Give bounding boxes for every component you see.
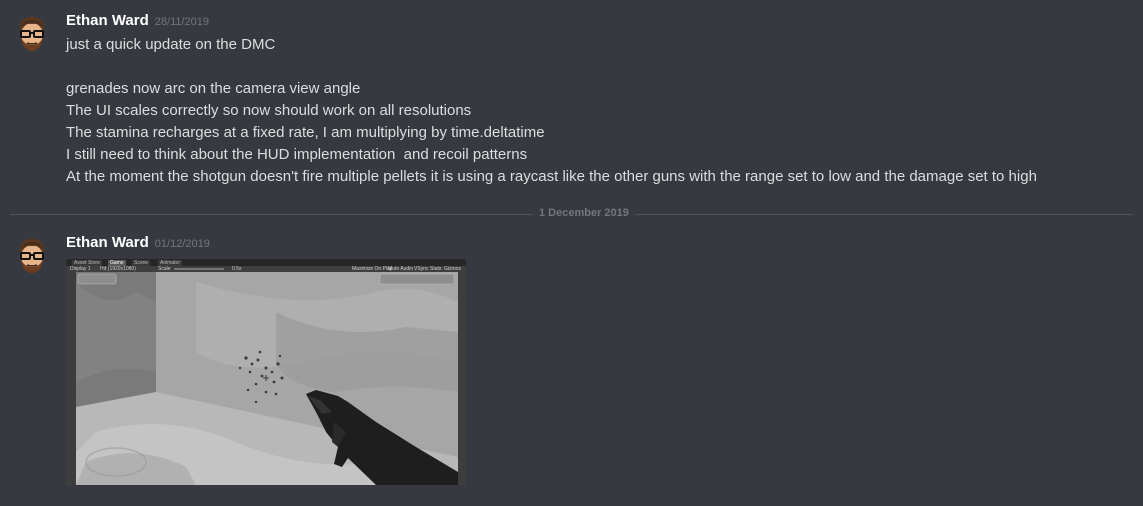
- message-content: just a quick update on the DMC grenades …: [66, 34, 1037, 188]
- message-line: just a quick update on the DMC: [66, 36, 276, 53]
- message-timestamp: 28/11/2019: [154, 16, 210, 28]
- date-divider-label: 1 December 2019: [533, 207, 635, 219]
- message-line: I still need to think about the HUD impl…: [66, 146, 528, 163]
- date-divider: 1 December 2019: [10, 207, 1133, 219]
- avatar[interactable]: [16, 15, 48, 53]
- avatar[interactable]: [16, 237, 48, 275]
- message-timestamp: 01/12/2019: [154, 238, 210, 250]
- message-line: The stamina recharges at a fixed rate, I…: [66, 124, 545, 141]
- message-line: [66, 56, 1037, 78]
- chat-messages: Ethan Ward 28/11/2019 just a quick update…: [0, 0, 1143, 506]
- editor-tab-bar: Asset Store Game Scene Animator: [66, 259, 466, 266]
- editor-left-border: [66, 272, 76, 485]
- game-viewport: [76, 272, 458, 485]
- scale-slider: [174, 268, 224, 270]
- author-name[interactable]: Ethan Ward: [66, 234, 149, 251]
- editor-right-border: [458, 272, 466, 485]
- message-line: The UI scales correctly so now should wo…: [66, 102, 472, 119]
- message-line: At the moment the shotgun doesn't fire m…: [66, 168, 1037, 185]
- image-attachment[interactable]: Asset Store Game Scene Animator Display …: [66, 259, 466, 485]
- author-name[interactable]: Ethan Ward: [66, 12, 149, 29]
- message-line: grenades now arc on the camera view angl…: [66, 80, 361, 97]
